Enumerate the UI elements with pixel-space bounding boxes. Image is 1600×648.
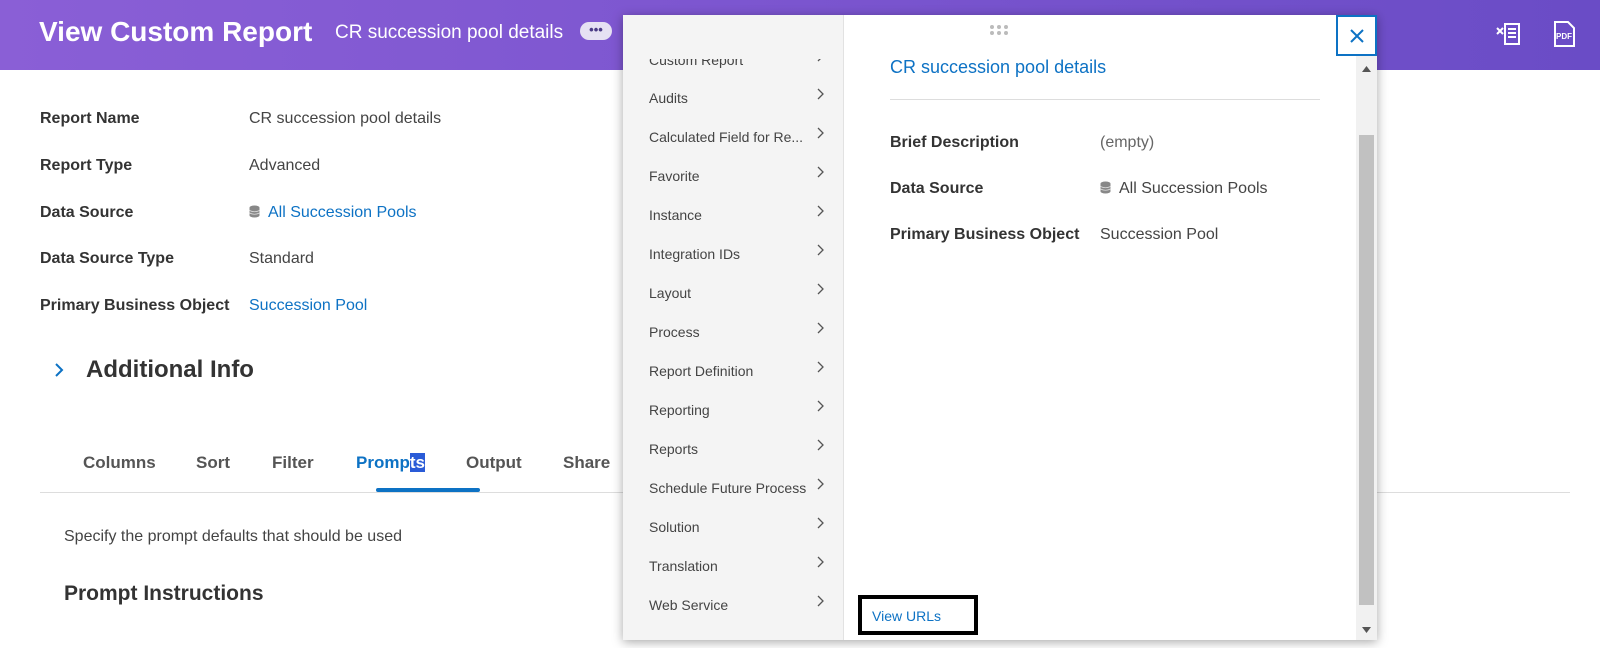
data-source-type-value: Standard	[249, 250, 314, 267]
page-title: View Custom Report	[39, 16, 313, 47]
chevron-right-icon	[817, 361, 824, 373]
menu-item-integration-ids[interactable]: Integration IDs	[649, 244, 834, 262]
active-tab-indicator	[376, 488, 480, 492]
menu-item-label: Integration IDs	[649, 246, 741, 262]
menu-item-translation[interactable]: Translation	[649, 556, 834, 574]
data-source-link[interactable]: All Succession Pools	[249, 204, 417, 222]
tab-output[interactable]: Output	[466, 453, 522, 473]
menu-item-reporting[interactable]: Reporting	[649, 400, 834, 418]
additional-info-heading: Additional Info	[86, 356, 254, 383]
tab-prompts-label: Promp	[356, 453, 410, 472]
data-source-type-label: Data Source Type	[40, 250, 174, 267]
menu-item-schedule-future-process[interactable]: Schedule Future Process	[649, 478, 834, 496]
scroll-thumb[interactable]	[1359, 135, 1374, 605]
database-icon	[249, 205, 260, 218]
chevron-right-icon	[817, 400, 824, 412]
menu-item-web-service[interactable]: Web Service	[649, 595, 834, 613]
chevron-right-icon	[817, 205, 824, 217]
divider	[890, 99, 1320, 100]
primary-business-object-label: Primary Business Object	[40, 297, 230, 314]
scroll-down-icon[interactable]	[1361, 626, 1372, 634]
menu-item-label: Web Service	[649, 597, 729, 613]
close-icon	[1350, 29, 1364, 43]
primary-business-object-link[interactable]: Succession Pool	[249, 297, 367, 315]
chevron-right-icon	[817, 59, 821, 62]
popup-primary-business-object-label: Primary Business Object	[890, 226, 1080, 243]
menu-item-favorite[interactable]: Favorite	[649, 166, 834, 184]
related-actions-menu: Custom Report Audits Calculated Field fo…	[623, 15, 844, 640]
menu-item-label: Calculated Field for Re...	[649, 129, 804, 145]
prompt-instructions-heading: Prompt Instructions	[64, 582, 264, 605]
tab-prompts[interactable]: Prompts	[356, 453, 425, 473]
tab-filter[interactable]: Filter	[272, 453, 314, 473]
web-service-submenu: View URLs	[858, 595, 978, 635]
drag-handle-icon[interactable]	[989, 24, 1009, 36]
menu-item-label: Instance	[649, 207, 702, 223]
data-source-label: Data Source	[40, 204, 134, 221]
chevron-right-icon	[817, 595, 824, 607]
menu-item-label: Favorite	[649, 168, 700, 184]
chevron-right-icon	[817, 517, 824, 529]
menu-item-label: Schedule Future Process	[649, 480, 807, 496]
additional-info-toggle[interactable]: Additional Info	[52, 356, 254, 384]
menu-item-label: Layout	[649, 285, 692, 301]
report-type-value: Advanced	[249, 157, 321, 174]
menu-item-custom-report[interactable]: Custom Report	[649, 52, 834, 68]
chevron-right-icon	[817, 166, 824, 178]
tab-share[interactable]: Share	[563, 453, 610, 473]
menu-item-process[interactable]: Process	[649, 322, 834, 340]
popup-data-source-value: All Succession Pools	[1119, 180, 1268, 197]
popup-data-source-label: Data Source	[890, 180, 984, 197]
popup-primary-business-object-link[interactable]: Succession Pool	[1100, 226, 1218, 244]
menu-item-reports[interactable]: Reports	[649, 439, 834, 457]
related-actions-button[interactable]: •••	[580, 22, 612, 40]
menu-item-solution[interactable]: Solution	[649, 517, 834, 535]
database-icon	[1100, 181, 1111, 194]
menu-item-audits[interactable]: Audits	[649, 88, 834, 106]
report-name-value: CR succession pool details	[249, 110, 442, 127]
chevron-right-icon	[817, 127, 824, 139]
scroll-up-icon[interactable]	[1361, 65, 1372, 73]
menu-item-label: Custom Report	[649, 52, 744, 68]
selected-text-highlight: ts	[409, 453, 425, 472]
menu-item-label: Report Definition	[649, 363, 754, 379]
menu-item-instance[interactable]: Instance	[649, 205, 834, 223]
brief-description-label: Brief Description	[890, 134, 1019, 151]
chevron-right-icon	[55, 363, 64, 377]
prompts-intro-text: Specify the prompt defaults that should …	[64, 528, 402, 545]
menu-item-calculated-field[interactable]: Calculated Field for Re...	[649, 127, 834, 145]
popup-scrollbar[interactable]	[1356, 56, 1377, 640]
brief-description-value: (empty)	[1100, 134, 1155, 151]
menu-item-label: Reports	[649, 441, 699, 457]
report-name-subtitle: CR succession pool details	[335, 22, 564, 43]
view-urls-link[interactable]: View URLs	[872, 608, 941, 624]
related-actions-popup: Custom Report Audits Calculated Field fo…	[623, 15, 1377, 640]
chevron-right-icon	[817, 556, 824, 568]
menu-item-label: Solution	[649, 519, 700, 535]
pdf-icon-label: PDF	[1556, 32, 1572, 41]
chevron-right-icon	[817, 283, 824, 295]
chevron-right-icon	[817, 244, 824, 256]
menu-item-report-definition[interactable]: Report Definition	[649, 361, 834, 379]
menu-item-label: Reporting	[649, 402, 710, 418]
popup-data-source-link[interactable]: All Succession Pools	[1100, 180, 1268, 198]
data-source-value: All Succession Pools	[268, 204, 417, 221]
popup-report-title[interactable]: CR succession pool details	[890, 57, 1106, 78]
chevron-right-icon	[817, 478, 824, 490]
menu-item-label: Audits	[649, 90, 688, 106]
chevron-right-icon	[817, 439, 824, 451]
menu-item-layout[interactable]: Layout	[649, 283, 834, 301]
close-button[interactable]	[1336, 15, 1377, 56]
chevron-right-icon	[817, 322, 824, 334]
tab-sort[interactable]: Sort	[196, 453, 230, 473]
chevron-right-icon	[817, 88, 824, 100]
report-type-label: Report Type	[40, 157, 133, 174]
menu-item-label: Translation	[649, 558, 718, 574]
report-name-label: Report Name	[40, 110, 140, 127]
menu-item-label: Process	[649, 324, 700, 340]
tab-columns[interactable]: Columns	[83, 453, 156, 473]
excel-export-icon[interactable]	[1495, 20, 1523, 48]
pdf-export-icon[interactable]: PDF	[1550, 20, 1578, 48]
